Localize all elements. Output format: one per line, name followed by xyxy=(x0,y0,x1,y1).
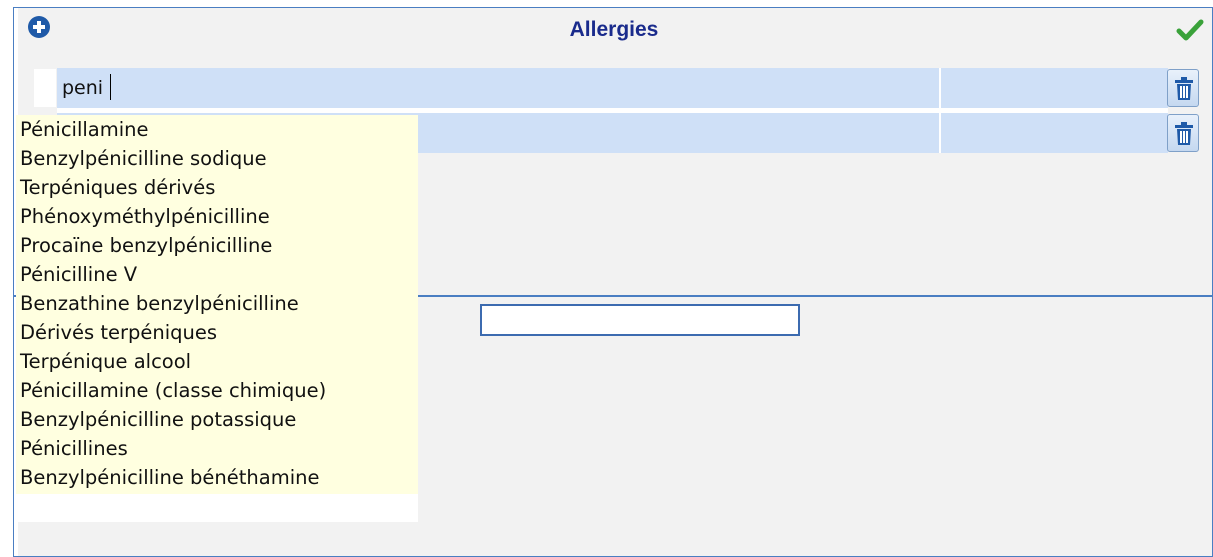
suggestion-item[interactable]: Pénicillamine xyxy=(16,115,418,144)
suggestion-item[interactable]: Pénicilline V xyxy=(16,260,418,289)
suggestion-item[interactable]: Benzathine benzylpénicilline xyxy=(16,289,418,318)
suggestion-item[interactable]: Terpénique alcool xyxy=(16,347,418,376)
suggestion-item[interactable]: Benzylpénicilline sodique xyxy=(16,144,418,173)
row-select-cell[interactable] xyxy=(34,69,56,107)
empty-field[interactable] xyxy=(480,304,800,336)
suggestion-item[interactable]: Benzylpénicilline potassique xyxy=(16,405,418,434)
delete-row-button[interactable] xyxy=(1167,69,1199,107)
panel-title: Allergies xyxy=(569,18,659,41)
suggestion-item[interactable]: Pénicillines xyxy=(16,434,418,463)
text-caret xyxy=(110,74,111,100)
trash-icon xyxy=(1175,77,1193,100)
suggestion-item[interactable]: Dérivés terpéniques xyxy=(16,318,418,347)
plus-circle-icon[interactable] xyxy=(28,16,50,38)
column-divider xyxy=(939,113,941,153)
suggestion-item[interactable]: Terpéniques dérivés xyxy=(16,173,418,202)
suggestion-item[interactable]: Pénicillamine (classe chimique) xyxy=(16,376,418,405)
column-divider xyxy=(939,68,941,108)
dropdown-footer xyxy=(16,494,418,522)
checkmark-icon[interactable] xyxy=(1176,18,1204,42)
delete-row-button[interactable] xyxy=(1167,114,1199,152)
autocomplete-dropdown: Pénicillamine Benzylpénicilline sodique … xyxy=(16,115,418,494)
allergies-panel: Allergies Pénicill xyxy=(13,7,1213,557)
trash-icon xyxy=(1175,122,1193,145)
suggestion-item[interactable]: Phénoxyméthylpénicilline xyxy=(16,202,418,231)
suggestion-item[interactable]: Benzylpénicilline bénéthamine xyxy=(16,463,418,492)
suggestion-item[interactable]: Procaïne benzylpénicilline xyxy=(16,231,418,260)
